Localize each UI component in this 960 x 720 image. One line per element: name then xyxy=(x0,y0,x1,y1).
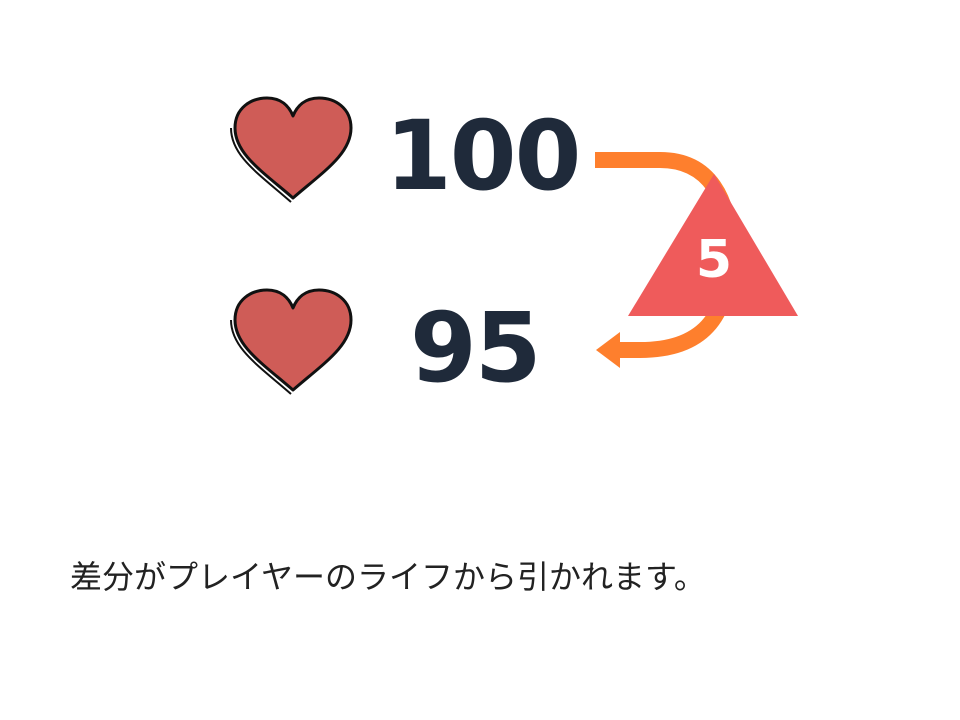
life-diagram: 100 95 5 差分がプレイヤーのライフから引かれます。 xyxy=(0,0,960,720)
caption-text: 差分がプレイヤーのライフから引かれます。 xyxy=(70,558,706,596)
difference-value: 5 xyxy=(695,230,733,290)
life-after: 95 xyxy=(410,292,542,404)
heart-icon xyxy=(230,288,353,395)
heart-icon xyxy=(230,96,353,203)
life-before: 100 xyxy=(385,100,581,212)
